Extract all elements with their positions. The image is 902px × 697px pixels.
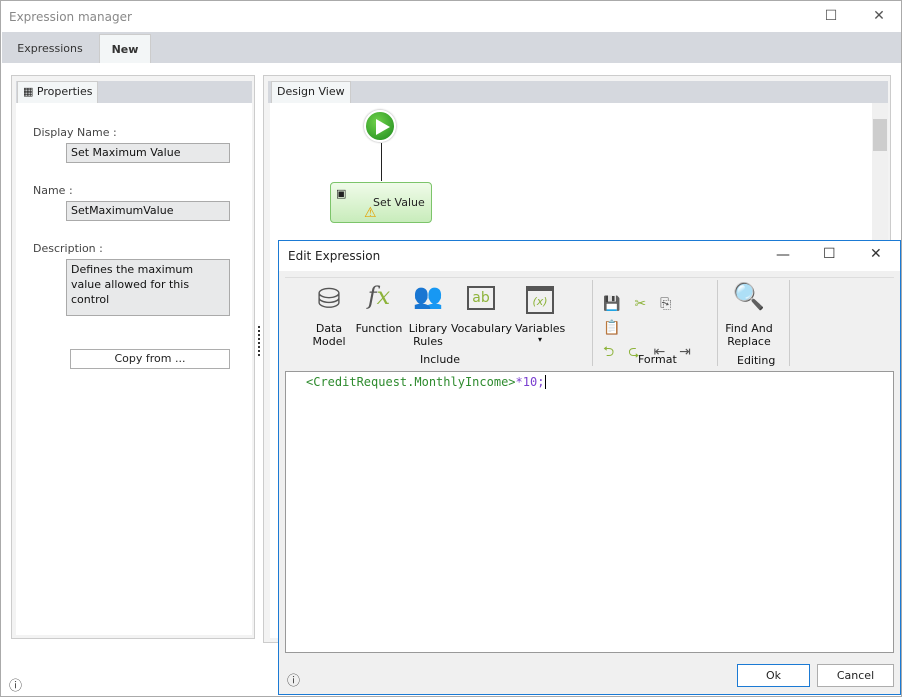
- indent-icon[interactable]: ⇥: [679, 344, 705, 360]
- scrollbar-thumb[interactable]: [873, 119, 887, 151]
- connector: [381, 143, 382, 181]
- dialog-minimize-button[interactable]: —: [776, 247, 790, 263]
- editing-group-label: Editing: [737, 354, 776, 367]
- ribbon: ⛁ Data Model fx Function 👥 Library Rules a…: [285, 277, 894, 367]
- code-reference: <CreditRequest.MonthlyIncome>: [306, 375, 516, 389]
- properties-panel: ▦ Properties Display Name : Set Maximum …: [11, 75, 255, 639]
- display-name-label: Display Name :: [33, 126, 117, 139]
- tab-design-view[interactable]: Design View: [271, 81, 351, 103]
- edit-expression-dialog: Edit Expression — ☐ ✕ ⛁ Data Model fx Fun…: [278, 240, 901, 695]
- paste-icon[interactable]: 📋: [603, 320, 634, 336]
- save-icon[interactable]: 💾: [603, 296, 634, 312]
- copy-from-button[interactable]: Copy from ...: [70, 349, 230, 369]
- tab-new[interactable]: New: [99, 34, 151, 63]
- expression-editor[interactable]: <CreditRequest.MonthlyIncome>*10;: [285, 371, 894, 653]
- dialog-maximize-button[interactable]: ☐: [823, 246, 836, 262]
- start-node-icon[interactable]: [364, 110, 396, 142]
- find-replace-button[interactable]: 🔍 Find And Replace: [723, 282, 775, 348]
- vocabulary-button[interactable]: ab Vocabulary: [451, 282, 512, 335]
- close-button[interactable]: ✕: [864, 5, 894, 27]
- database-icon: ⛁: [317, 282, 341, 315]
- cut-icon[interactable]: ✂: [634, 296, 660, 312]
- node-type-icon: ▣: [336, 187, 347, 200]
- tab-properties[interactable]: ▦ Properties: [17, 81, 99, 103]
- properties-icon: ▦: [23, 85, 37, 98]
- vocabulary-icon: ab: [451, 282, 511, 322]
- variables-icon: (x): [515, 282, 565, 322]
- description-field[interactable]: Defines the maximum value allowed for th…: [66, 259, 230, 316]
- find-replace-icon: 🔍: [732, 282, 766, 312]
- name-field[interactable]: SetMaximumValue: [66, 201, 230, 221]
- warning-icon: ⚠: [364, 205, 377, 221]
- variables-button[interactable]: (x) Variables ▾: [515, 282, 565, 344]
- code-operator: *10;: [515, 375, 545, 389]
- function-button[interactable]: fx Function: [355, 282, 403, 335]
- ok-button[interactable]: Ok: [737, 664, 810, 687]
- include-group-label: Include: [420, 353, 461, 366]
- cancel-button[interactable]: Cancel: [817, 664, 894, 687]
- maximize-button[interactable]: ☐: [816, 5, 846, 27]
- display-name-field[interactable]: Set Maximum Value: [66, 143, 230, 163]
- help-icon[interactable]: ⓘ: [9, 675, 22, 694]
- library-rules-button[interactable]: 👥 Library Rules: [407, 282, 449, 348]
- copy-icon[interactable]: ⎘: [660, 296, 685, 312]
- splitter-handle[interactable]: [258, 326, 262, 356]
- library-rules-icon: 👥: [413, 282, 443, 310]
- dialog-title: Edit Expression: [288, 249, 381, 263]
- format-group-label: Format: [638, 353, 677, 366]
- set-value-node[interactable]: ▣ Set Value ⚠: [330, 182, 432, 223]
- data-model-button[interactable]: ⛁ Data Model: [309, 282, 349, 348]
- description-label: Description :: [33, 242, 103, 255]
- tab-expressions[interactable]: Expressions: [4, 34, 96, 63]
- node-label: Set Value: [373, 196, 425, 209]
- name-label: Name :: [33, 184, 73, 197]
- dialog-close-button[interactable]: ✕: [870, 246, 882, 262]
- undo-icon[interactable]: ⮌: [603, 344, 628, 360]
- function-icon: fx: [367, 282, 391, 310]
- window-title: Expression manager: [9, 10, 132, 24]
- dialog-help-icon[interactable]: ⓘ: [287, 670, 300, 689]
